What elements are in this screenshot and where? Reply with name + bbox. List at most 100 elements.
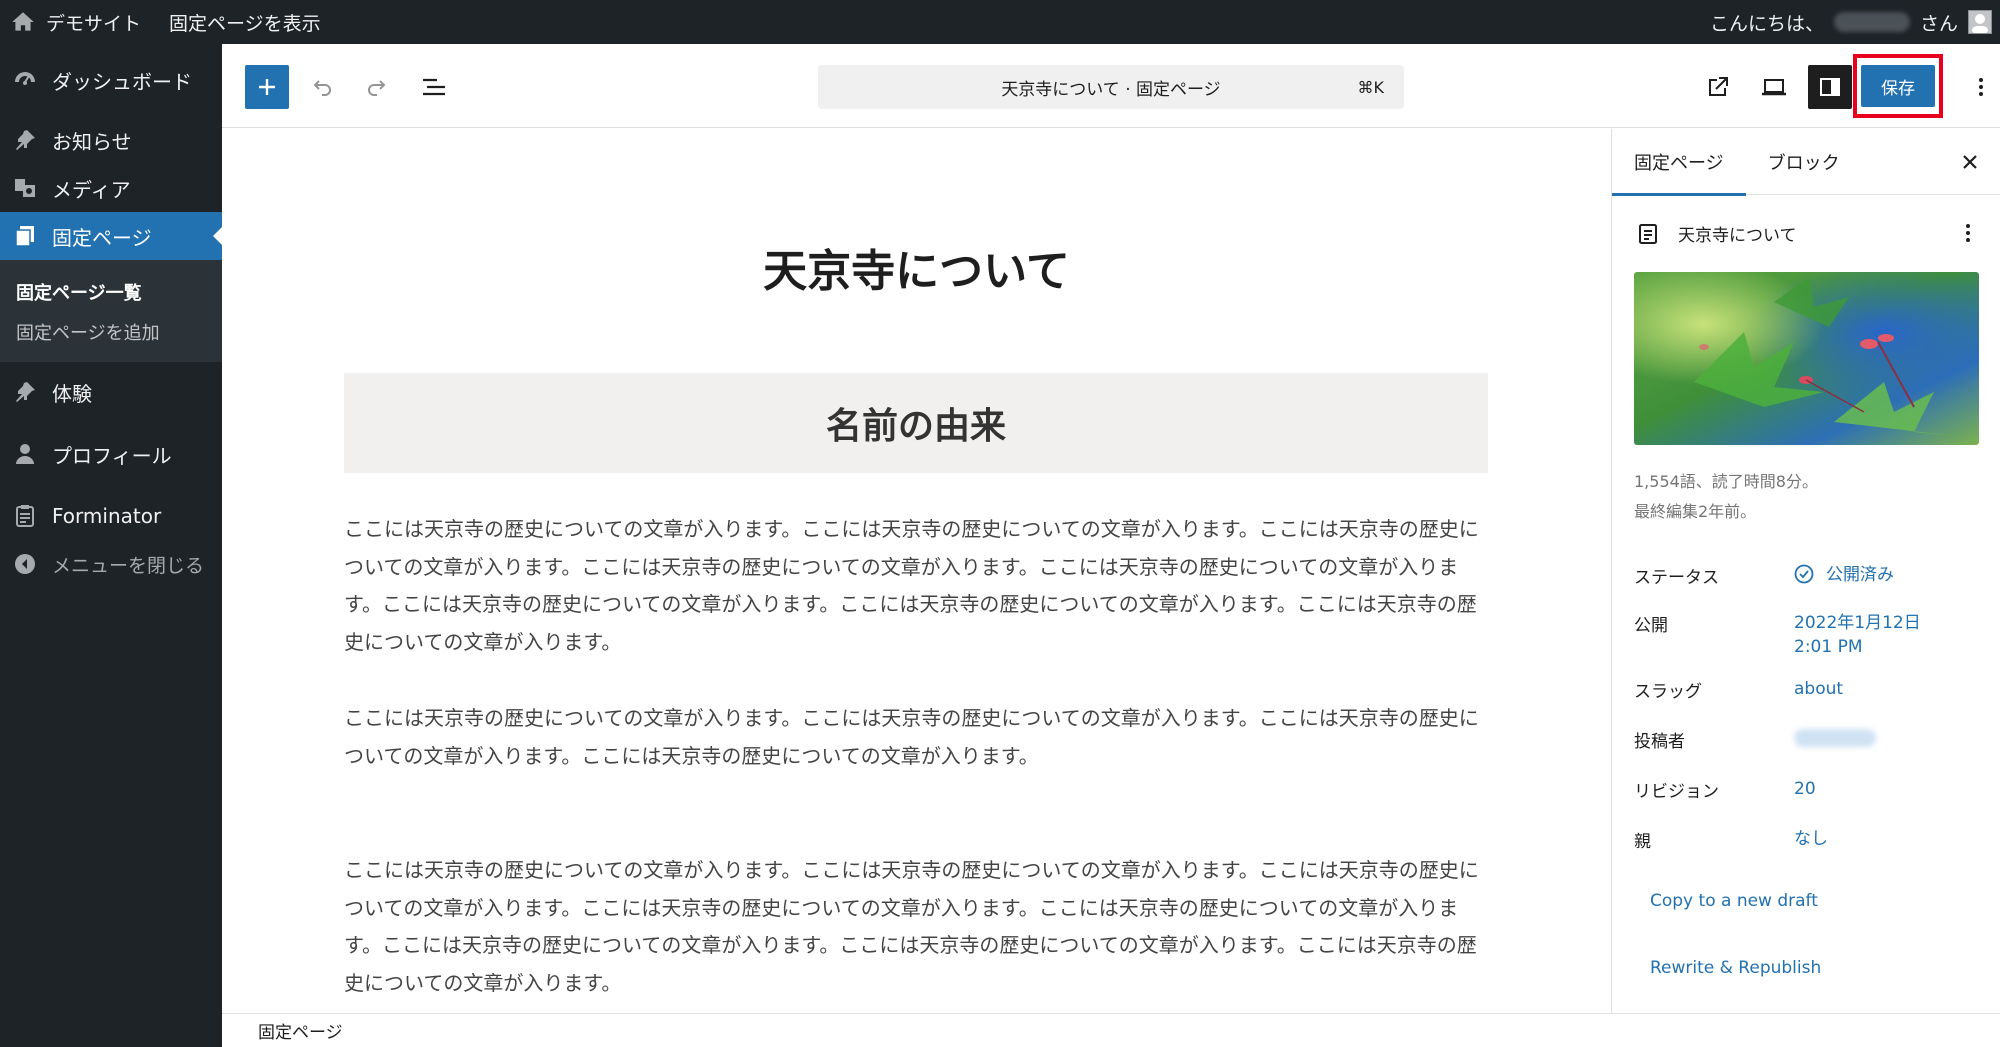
post-stats: 1,554語、読了時間8分。 最終編集2年前。 [1634, 467, 1818, 527]
pin-icon [12, 379, 38, 405]
settings-toggle-button[interactable] [1808, 65, 1852, 109]
submenu-all-pages[interactable]: 固定ページ一覧 [0, 272, 222, 312]
copy-draft-link[interactable]: Copy to a new draft [1650, 891, 1818, 911]
page-title[interactable]: 天京寺について [222, 235, 1611, 299]
collapse-arrow-icon [12, 551, 38, 577]
paragraph-block[interactable]: ここには天京寺の歴史についての文章が入ります。ここには天京寺の歴史についての文章… [344, 511, 1488, 661]
redo-button[interactable] [355, 65, 399, 109]
revision-value[interactable]: 20 [1794, 777, 1816, 801]
sidebar-item-profile[interactable]: プロフィール [0, 430, 222, 478]
sidebar-item-experience[interactable]: 体験 [0, 368, 222, 416]
view-page-button[interactable] [1696, 65, 1740, 109]
list-view-button[interactable] [412, 65, 456, 109]
status-text: 公開済み [1826, 565, 1894, 585]
collapse-menu-button[interactable]: メニューを閉じる [0, 540, 222, 588]
block-breadcrumb: 固定ページ [222, 1013, 2000, 1047]
undo-icon [313, 80, 331, 96]
command-shortcut: ⌘K [1357, 77, 1385, 97]
rewrite-republish-link[interactable]: Rewrite & Republish [1650, 958, 1821, 978]
breadcrumb-item[interactable]: 固定ページ [258, 1018, 343, 1043]
page-icon [1639, 223, 1657, 244]
sidebar-panel-icon [1820, 78, 1840, 96]
publish-time: 2:01 PM [1794, 637, 1863, 657]
sidebar-item-label: ダッシュボード [52, 69, 192, 94]
blurred-username [1833, 12, 1910, 32]
dashboard-icon [12, 67, 38, 93]
editor-header: 天京寺について · 固定ページ ⌘K 保存 [222, 44, 2000, 128]
paragraph-block[interactable]: ここには天京寺の歴史についての文章が入ります。ここには天京寺の歴史についての文章… [344, 700, 1488, 775]
options-menu-button[interactable] [1966, 65, 1996, 109]
sidebar-item-label: お知らせ [52, 129, 132, 154]
heading-block[interactable]: 名前の由来 [344, 373, 1488, 473]
post-actions-button[interactable] [1956, 219, 1980, 247]
home-icon[interactable] [10, 9, 36, 35]
publish-date-button[interactable]: 2022年1月12日 2:01 PM [1794, 611, 1921, 659]
parent-label: 親 [1634, 832, 1651, 852]
plus-icon [259, 79, 275, 95]
admin-bar: デモサイト 固定ページを表示 こんにちは、 さん [0, 0, 2000, 44]
avatar[interactable] [1968, 10, 1992, 34]
site-name-link[interactable]: デモサイト [36, 0, 155, 44]
submenu-add-page[interactable]: 固定ページを追加 [0, 312, 222, 352]
maple-leaves-image [1634, 272, 1979, 445]
pages-icon [12, 223, 38, 249]
desktop-icon [1762, 79, 1786, 96]
redo-icon [368, 80, 386, 96]
sidebar-item-dashboard[interactable]: ダッシュボード [0, 54, 222, 106]
last-edited: 最終編集2年前。 [1634, 502, 1757, 521]
view-page-link[interactable]: 固定ページを表示 [155, 0, 335, 44]
more-vertical-icon [1966, 224, 1970, 242]
publish-label: 公開 [1634, 616, 1668, 636]
word-count: 1,554語、読了時間8分。 [1634, 472, 1818, 491]
document-title-bar[interactable]: 天京寺について · 固定ページ ⌘K [818, 65, 1404, 109]
blurred-author[interactable] [1794, 729, 1876, 747]
user-icon [12, 441, 38, 467]
featured-image[interactable] [1634, 272, 1979, 445]
greeting-text: こんにちは、 [1709, 12, 1824, 35]
pin-icon [12, 127, 38, 153]
sidebar-item-label: 固定ページ [52, 225, 152, 250]
admin-sidebar: ダッシュボード お知らせ メディア 固定ページ 固定ページ一覧 固定ページを追加… [0, 44, 222, 1047]
external-link-icon [1709, 77, 1728, 96]
parent-value[interactable]: なし [1794, 827, 1828, 851]
sidebar-item-label: プロフィール [52, 443, 172, 468]
post-card-title: 天京寺について [1678, 226, 1797, 246]
revision-label: リビジョン [1634, 782, 1719, 802]
editor-canvas: 天京寺について 名前の由来 ここには天京寺の歴史についての文章が入ります。ここに… [222, 129, 1611, 1013]
save-button[interactable]: 保存 [1861, 65, 1935, 107]
sidebar-item-label: メディア [52, 177, 131, 202]
sidebar-item-label: 体験 [52, 381, 92, 406]
status-label: ステータス [1634, 568, 1719, 588]
check-circle-icon [1794, 564, 1814, 584]
close-sidebar-button[interactable] [1956, 148, 1984, 176]
list-view-icon [423, 78, 445, 96]
tab-page[interactable]: 固定ページ [1612, 129, 1746, 196]
publish-date: 2022年1月12日 [1794, 613, 1921, 633]
greeting-suffix: さん [1919, 12, 1958, 35]
tab-block[interactable]: ブロック [1746, 129, 1862, 195]
undo-button[interactable] [300, 65, 344, 109]
sidebar-item-label: Forminator [52, 504, 162, 528]
status-value[interactable]: 公開済み [1794, 563, 1894, 587]
heading-text: 名前の由来 [825, 405, 1006, 447]
slug-value[interactable]: about [1794, 677, 1843, 701]
forminator-icon [12, 503, 38, 529]
post-card-header: 天京寺について [1636, 221, 1797, 246]
sidebar-tabs: 固定ページ ブロック [1612, 129, 2000, 196]
save-button-highlight: 保存 [1853, 54, 1943, 118]
preview-button[interactable] [1752, 65, 1796, 109]
settings-sidebar: 固定ページ ブロック 天京寺について 1,554語、読了時間8分。 最終編集2年… [1611, 129, 2000, 1013]
account-menu[interactable]: こんにちは、 さん [1710, 0, 2000, 44]
sidebar-item-news[interactable]: お知らせ [0, 116, 222, 164]
paragraph-block[interactable]: ここには天京寺の歴史についての文章が入ります。ここには天京寺の歴史についての文章… [344, 852, 1488, 1002]
block-inserter-button[interactable] [245, 65, 289, 109]
pages-submenu: 固定ページ一覧 固定ページを追加 [0, 260, 222, 362]
collapse-menu-label: メニューを閉じる [52, 554, 205, 577]
sidebar-item-pages[interactable]: 固定ページ [0, 212, 222, 260]
close-icon [1963, 155, 1977, 169]
sidebar-item-forminator[interactable]: Forminator [0, 492, 222, 540]
author-label: 投稿者 [1634, 732, 1685, 752]
sidebar-item-media[interactable]: メディア [0, 164, 222, 212]
document-title: 天京寺について · 固定ページ [1001, 79, 1221, 100]
media-icon [12, 175, 38, 201]
